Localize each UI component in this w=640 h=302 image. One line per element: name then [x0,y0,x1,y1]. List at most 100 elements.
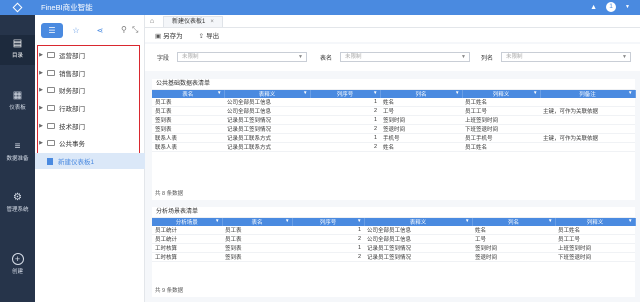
table-cell: 员工工号 [555,234,635,245]
table-cell: 2 [310,106,380,117]
highlight-box [37,45,140,159]
table-cell: 1 [310,133,380,144]
filter-field-select[interactable]: 未限制 ▼ [177,52,307,62]
table-cell: 记录员工签到情况 [364,252,472,263]
column-header-label: 列备注 [579,92,596,98]
column-header-label: 表释义 [409,220,427,226]
dashboard-icon: ▦ [12,90,23,101]
chevron-down-icon: ▼ [461,54,466,60]
column-header[interactable]: 表名 ▼ [152,90,225,98]
table-cell: 记录员工联系方式 [224,133,310,144]
sort-icon[interactable]: ▼ [303,90,307,95]
tab-dashboard[interactable]: 新建仪表板1 × [163,15,223,27]
table-row: 联系人表 记录员工联系方式 2 姓名 员工姓名 [152,142,635,153]
sort-icon[interactable]: ▼ [533,90,537,95]
column-header-label: 列释义 [492,92,510,98]
table-cell: 签到表 [222,252,292,263]
column-header[interactable]: 列备注 ▼ [540,90,636,98]
nav-label: 目录 [11,53,23,59]
table-row: 联系人表 记录员工联系方式 1 手机号 员工手机号 主键，可作为关联依据 [152,133,635,144]
tab-bar: ⌂ 新建仪表板1 × [145,15,640,28]
export-icon: ⇪ [198,33,205,40]
table-row: 签到表 记录员工签到情况 1 签到时间 上班签到时间 [152,115,635,126]
nav-label: 数据准备 [6,156,29,162]
column-header[interactable]: 表名 ▼ [222,218,293,226]
column-header[interactable]: 表释义 ▼ [224,90,311,98]
column-header[interactable]: 列释义 ▼ [462,90,541,98]
sort-icon[interactable]: ▼ [357,218,361,223]
table-cell [540,124,635,135]
column-header[interactable]: 列名 ▼ [472,218,556,226]
bell-icon[interactable]: ▲ [590,4,597,11]
column-header[interactable]: 分析场景 ▼ [152,218,223,226]
filter-bar: 字段 未限制 ▼ 表名 未限制 ▼ 列名 未限制 ▼ [145,44,640,71]
nav-catalog[interactable]: ▤ 目录 [0,35,35,65]
sort-icon[interactable]: ▼ [373,90,377,95]
sort-icon[interactable]: ▼ [548,218,552,223]
table-row: 签到表 记录员工签到情况 2 签退时间 下班签退时间 [152,124,635,135]
column-header-label: 表名 [251,220,263,226]
share-icon[interactable]: ⋖ [89,23,111,38]
export-button[interactable]: ⇪ 导出 [199,30,219,40]
plus-icon: + [0,253,35,266]
save-as-label: 另存为 [163,33,183,40]
column-header[interactable]: 表释义 ▼ [364,218,473,226]
save-icon: ▣ [155,33,162,40]
filter-label: 表名 [320,55,333,62]
table-cell: 公司全部员工信息 [224,98,310,108]
save-as-button[interactable]: ▣ 另存为 [155,30,183,40]
table-header-row: 表名 ▼ 表释义 ▼ 列序号 ▼ 列名 ▼ 列释义 ▼ 列备注 ▼ [152,90,636,98]
table-cell: 员工统计 [152,226,222,236]
list-view-icon[interactable]: ☰ [41,23,63,38]
filter-column-select[interactable]: 未限制 ▼ [501,52,631,62]
column-header-label: 表释义 [258,92,276,98]
left-nav: ▤ 目录 ▦ 仪表板 ≡ 数据准备 ⚙ 管理系统 + 创建 [0,15,35,302]
table-cell: 2 [310,142,380,153]
nav-label: 管理系统 [6,207,29,213]
sort-icon[interactable]: ▼ [217,90,221,95]
filter-label: 列名 [481,55,494,62]
column-header[interactable]: 列序号 ▼ [310,90,381,98]
dashboard-file-icon [47,157,53,165]
chevron-down-icon: ▼ [622,54,627,60]
table-cell: 记录员工签到情况 [364,243,472,254]
table-cell [540,115,635,126]
table-cell: 记录员工签到情况 [224,124,310,135]
column-header-label: 列名 [507,220,519,226]
sort-icon[interactable]: ▼ [215,218,219,223]
card-title: 分析场景表清单 [152,207,635,218]
search-icon[interactable]: ⚲ [121,25,127,34]
nav-dashboard[interactable]: ▦ 仪表板 [0,90,35,120]
nav-create[interactable]: + 创建 [0,253,35,283]
nav-data-prep[interactable]: ≡ 数据准备 [0,141,35,171]
close-icon[interactable]: × [210,19,214,25]
app-title: FineBI商业智能 [41,3,93,12]
table-cell: 员工姓名 [462,98,540,108]
avatar[interactable]: 1 [606,2,617,12]
table-cell: 1 [310,98,380,108]
table-row: 员工表 公司全部员工信息 2 工号 员工工号 主键，可作为关联依据 [152,106,635,117]
sort-icon[interactable]: ▼ [628,218,632,223]
sort-icon[interactable]: ▼ [455,90,459,95]
table-cell: 签退时间 [380,124,462,135]
filter-placeholder: 未限制 [506,54,523,60]
sort-icon[interactable]: ▼ [628,90,632,95]
table-cell: 员工表 [222,234,292,245]
nav-admin[interactable]: ⚙ 管理系统 [0,192,35,222]
dashboard-item[interactable]: 新建仪表板1 [35,153,145,169]
column-header-label: 列序号 [319,220,337,226]
filter-table-select[interactable]: 未限制 ▼ [340,52,470,62]
logo-icon[interactable] [0,0,35,15]
column-header[interactable]: 列释义 ▼ [555,218,636,226]
filter-placeholder: 未限制 [182,54,199,60]
home-icon[interactable]: ⌂ [145,18,159,25]
chevron-down-icon[interactable]: ▼ [625,4,630,10]
collapse-icon[interactable]: ⤡ [132,25,138,35]
table-cell: 工号 [472,234,555,245]
favorite-icon[interactable]: ☆ [65,23,87,38]
table-cell: 姓名 [380,142,462,153]
sort-icon[interactable]: ▼ [465,218,469,223]
sort-icon[interactable]: ▼ [285,218,289,223]
column-header[interactable]: 列名 ▼ [380,90,463,98]
column-header[interactable]: 列序号 ▼ [292,218,365,226]
